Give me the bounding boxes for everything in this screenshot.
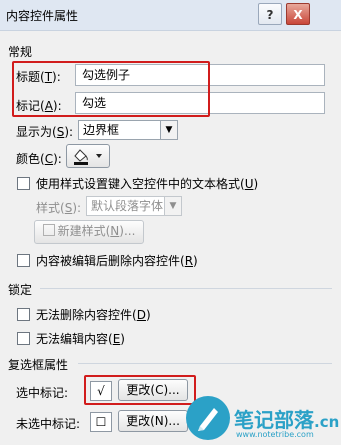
unchecked-change-button[interactable]: 更改(N)... [118, 410, 188, 432]
use-style-checkbox[interactable] [17, 177, 30, 190]
unchecked-symbol-preview: ☐ [90, 412, 112, 432]
dropdown-arrow-icon[interactable]: ▼ [164, 197, 181, 215]
remove-after-edit-checkbox[interactable] [17, 254, 30, 267]
checked-symbol-highlight [84, 375, 196, 405]
title-tag-highlight [12, 61, 210, 117]
no-edit-checkbox[interactable] [17, 332, 30, 345]
style-select[interactable]: 默认段落字体 ▼ [86, 196, 182, 216]
color-picker-button[interactable] [66, 144, 110, 168]
watermark-logo-icon [186, 396, 230, 440]
no-delete-label: 无法删除内容控件(D) [36, 308, 151, 322]
dialog-title: 内容控件属性 [6, 9, 79, 23]
style-value: 默认段落字体 [91, 199, 164, 213]
no-edit-label: 无法编辑内容(E) [36, 332, 125, 346]
show-as-label: 显示为(S): [16, 125, 74, 139]
show-as-value: 边界框 [83, 123, 120, 137]
dropdown-arrow-icon[interactable]: ▼ [160, 121, 177, 139]
watermark-url: www.notetribe.com [236, 430, 314, 439]
new-style-icon [42, 224, 55, 236]
new-style-button[interactable]: 新建样式(N)... [34, 220, 144, 244]
help-button[interactable]: ? [258, 3, 282, 25]
checkbox-props-heading: 复选框属性 [8, 358, 69, 372]
show-as-select[interactable]: 边界框 ▼ [78, 120, 178, 140]
checked-symbol-label: 选中标记: [16, 386, 69, 400]
color-label: 颜色(C): [16, 152, 62, 166]
watermark-name: 笔记部落.cn [234, 408, 340, 432]
locking-section-heading: 锁定 [8, 283, 33, 297]
locking-divider [40, 288, 332, 289]
use-style-label: 使用样式设置键入空控件中的文本格式(U) [36, 177, 259, 191]
unchecked-symbol-label: 未选中标记: [16, 417, 81, 431]
style-label: 样式(S): [36, 201, 82, 215]
no-delete-checkbox[interactable] [17, 308, 30, 321]
close-button[interactable]: X [286, 3, 310, 25]
remove-after-edit-label: 内容被编辑后删除内容控件(R) [36, 254, 198, 268]
paint-bucket-icon [74, 149, 102, 165]
general-section-heading: 常规 [8, 45, 33, 59]
checkbox-props-divider [78, 363, 332, 364]
